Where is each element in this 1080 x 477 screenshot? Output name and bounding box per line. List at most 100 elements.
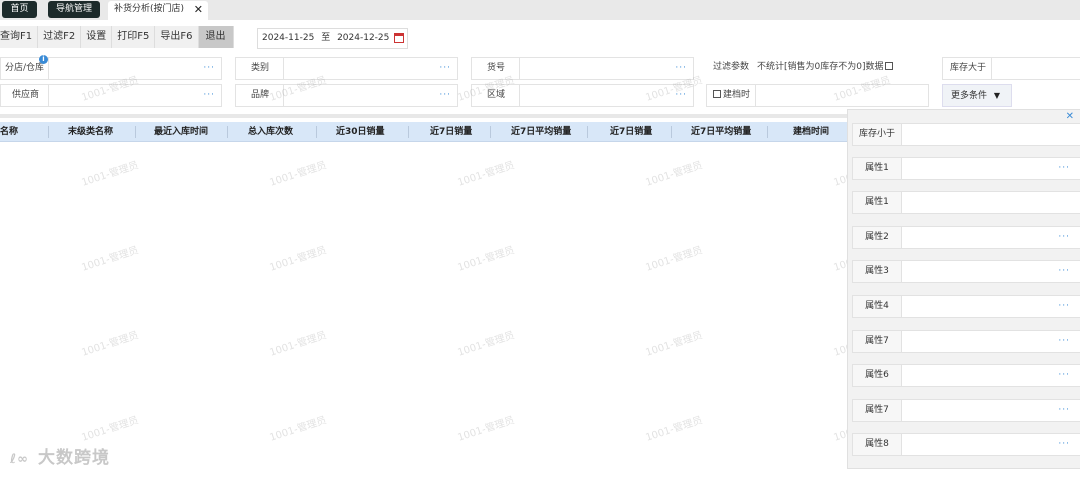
panel-row-attr3[interactable]: 属性3 ··· [852, 260, 1080, 283]
logo-text: 大数跨境 [38, 448, 110, 468]
col-name[interactable]: 名称 [0, 122, 18, 142]
created-time-label: 建档时 [723, 90, 751, 100]
more-conditions-button[interactable]: 更多条件 ▼ [942, 84, 1012, 107]
panel-row-label: 属性1 [853, 192, 902, 213]
store-field: 分店/仓库 i ··· [0, 55, 222, 80]
more-icon[interactable]: ··· [1058, 232, 1070, 242]
panel-row-attr8[interactable]: 属性8 ··· [852, 433, 1080, 456]
panel-row-stock-lt[interactable]: 库存小于 [852, 123, 1080, 146]
caret-down-icon: ▼ [993, 91, 1001, 100]
watermark-text: 1001-管理员 [268, 160, 328, 189]
query-button[interactable]: 查询F1 [0, 26, 39, 48]
more-icon[interactable]: ··· [1058, 405, 1070, 415]
export-button[interactable]: 导出F6 [155, 26, 199, 48]
panel-row-attr7[interactable]: 属性7 ··· [852, 330, 1080, 353]
brand-input[interactable]: ··· [283, 85, 457, 106]
col-sales-30d[interactable]: 近30日销量 [336, 122, 385, 142]
watermark-text: 1001-管理员 [456, 160, 516, 189]
tab-home[interactable]: 首页 [2, 1, 37, 18]
column-divider [316, 126, 317, 138]
no-stat-checkbox[interactable] [885, 62, 894, 70]
more-icon[interactable]: ··· [1058, 163, 1070, 173]
col-sales-7d[interactable]: 近7日销量 [430, 122, 472, 142]
date-to: 2024-12-25 [337, 33, 390, 43]
more-icon[interactable]: ··· [439, 63, 451, 73]
panel-row-attr7-b[interactable]: 属性7 ··· [852, 399, 1080, 422]
tab-nav-management[interactable]: 导航管理 [48, 1, 100, 18]
col-last-stock-in[interactable]: 最近入库时间 [154, 122, 208, 142]
close-icon[interactable]: ✕ [194, 1, 203, 18]
panel-row-attr2[interactable]: 属性2 ··· [852, 226, 1080, 249]
created-time-input[interactable] [755, 85, 928, 106]
more-icon[interactable]: ··· [439, 90, 451, 100]
logo-icon: ℓ∞ [10, 452, 29, 467]
column-divider [227, 126, 228, 138]
brand-logo: ℓ∞ 大数跨境 [10, 443, 110, 468]
created-time-option[interactable]: 建档时 [713, 85, 750, 106]
panel-row-label: 属性8 [853, 434, 902, 455]
column-divider [587, 126, 588, 138]
print-button[interactable]: 打印F5 [112, 26, 156, 48]
calendar-icon[interactable] [394, 33, 404, 43]
more-icon[interactable]: ··· [203, 63, 215, 73]
tab-bar: 首页 导航管理 补货分析(按门店) ✕ [0, 0, 1080, 20]
watermark-text: 1001-管理员 [80, 245, 140, 274]
item-no-label: 货号 [487, 63, 506, 73]
item-no-input[interactable]: ··· [519, 58, 693, 79]
watermark-text: 1001-管理员 [644, 160, 704, 189]
watermark-text: 1001-管理员 [456, 415, 516, 444]
exit-button[interactable]: 退出 [198, 26, 234, 48]
panel-row-attr1-b[interactable]: 属性1 [852, 191, 1080, 214]
supplier-input[interactable]: ··· [48, 85, 221, 106]
col-leaf-category[interactable]: 末级类名称 [68, 122, 113, 142]
col-sales-7d-2[interactable]: 近7日销量 [610, 122, 652, 142]
stock-gt-label: 库存大于 [950, 63, 987, 73]
store-label: 分店/仓库 [5, 63, 45, 73]
watermark-text: 1001-管理员 [456, 245, 516, 274]
tab-label: 补货分析(按门店) [114, 4, 185, 14]
watermark-text: 1001-管理员 [644, 245, 704, 274]
filter-params-field: 过滤参数 不统计[销售为0库存不为0]数据 [706, 57, 929, 80]
item-no-field: 货号 ··· [471, 57, 694, 80]
more-icon[interactable]: ··· [203, 90, 215, 100]
category-input[interactable]: ··· [283, 58, 457, 79]
panel-row-attr6[interactable]: 属性6 ··· [852, 364, 1080, 387]
region-input[interactable]: ··· [519, 85, 693, 106]
panel-row-attr4[interactable]: 属性4 ··· [852, 295, 1080, 318]
panel-row-label: 属性6 [853, 365, 902, 386]
brand-label: 品牌 [251, 90, 270, 100]
tab-replenishment-analysis[interactable]: 补货分析(按门店) ✕ [108, 1, 208, 20]
more-icon[interactable]: ··· [675, 63, 687, 73]
panel-row-label: 属性2 [853, 227, 902, 248]
more-conditions-label: 更多条件 [951, 91, 988, 101]
store-input[interactable]: ··· [48, 58, 221, 79]
watermark-text: 1001-管理员 [268, 330, 328, 359]
more-icon[interactable]: ··· [1058, 370, 1070, 380]
created-time-checkbox[interactable] [713, 90, 721, 98]
divider [0, 114, 850, 118]
col-created-time[interactable]: 建档时间 [793, 122, 829, 142]
watermark-text: 1001-管理员 [80, 330, 140, 359]
date-range-input[interactable]: 2024-11-25 至 2024-12-25 [257, 28, 408, 49]
more-icon[interactable]: ··· [675, 90, 687, 100]
date-from: 2024-11-25 [262, 33, 315, 43]
no-stat-text: 不统计[销售为0库存不为0]数据 [757, 62, 884, 72]
stock-gt-input[interactable] [991, 58, 1080, 79]
close-icon[interactable]: ✕ [1066, 111, 1074, 122]
no-stat-option[interactable]: 不统计[销售为0库存不为0]数据 [757, 57, 895, 78]
more-icon[interactable]: ··· [1058, 266, 1070, 276]
more-icon[interactable]: ··· [1058, 439, 1070, 449]
panel-row-label: 属性7 [853, 331, 902, 352]
more-icon[interactable]: ··· [1058, 336, 1070, 346]
col-avg-sales-7d[interactable]: 近7日平均销量 [511, 122, 571, 142]
panel-row-attr1[interactable]: 属性1 ··· [852, 157, 1080, 180]
filter-button[interactable]: 过滤F2 [38, 26, 82, 48]
watermark-text: 1001-管理员 [80, 160, 140, 189]
settings-button[interactable]: 设置 [81, 26, 113, 48]
more-icon[interactable]: ··· [1058, 301, 1070, 311]
brand-field: 品牌 ··· [235, 84, 458, 107]
col-avg-sales-7d-2[interactable]: 近7日平均销量 [691, 122, 751, 142]
col-total-stock-in[interactable]: 总入库次数 [248, 122, 293, 142]
info-icon[interactable]: i [39, 55, 48, 64]
supplier-label: 供应商 [12, 90, 40, 100]
